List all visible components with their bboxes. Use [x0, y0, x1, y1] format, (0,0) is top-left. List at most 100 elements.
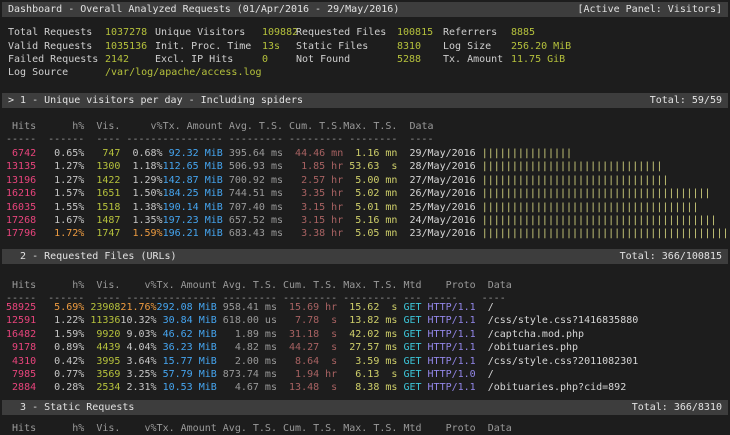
max-ts: 42.02 ms	[337, 329, 397, 340]
protocol: HTTP/1.1	[422, 356, 476, 367]
visitors-percent: 3.64%	[120, 356, 156, 367]
column-header-tx-amount: Tx. Amount	[157, 423, 217, 434]
visitors: 2534	[84, 382, 120, 393]
summary-value: 109882	[262, 26, 298, 39]
method: GET	[397, 356, 421, 367]
hits-percent: 0.65%	[36, 148, 84, 159]
request-url: /css/style.css?1416835880	[476, 315, 639, 326]
hits-percent: 0.77%	[36, 369, 84, 380]
visitors: 3569	[84, 369, 120, 380]
summary-value: 13s	[262, 40, 280, 53]
column-header-hits: Hits	[0, 423, 36, 434]
column-header-cum-ts: Cum. T.S.	[277, 280, 337, 291]
max-ts: 5.16 mn	[343, 215, 397, 226]
summary-value: 11.75 GiB	[511, 53, 565, 66]
table-row[interactable]: 58925 5.69% 2390821.76%292.08 MiB 958.41…	[0, 301, 494, 314]
column-headers: Hits h% Vis. v%Tx. Amount Avg. T.S. Cum.…	[0, 279, 512, 292]
visitors-percent: 9.03%	[120, 329, 156, 340]
column-header-protocol: Proto	[422, 280, 476, 291]
table-row[interactable]: 9178 0.89% 4439 4.04% 36.23 MiB 4.82 ms …	[0, 341, 578, 354]
table-row[interactable]: 13196 1.27% 1422 1.29%142.87 MiB 700.92 …	[0, 174, 668, 187]
hits-percent: 0.28%	[36, 382, 84, 393]
title-bar: Dashboard - Overall Analyzed Requests (0…	[2, 2, 728, 17]
max-ts: 5.02 mn	[343, 188, 397, 199]
hits-percent: 1.55%	[36, 202, 84, 213]
column-header-hits-percent: h%	[36, 280, 84, 291]
visitors-percent: 4.04%	[120, 342, 156, 353]
table-row[interactable]: 16216 1.57% 1651 1.50%184.25 MiB 744.51 …	[0, 187, 711, 200]
avg-ts: 700.92 ms	[223, 175, 283, 186]
summary-label: Requested Files	[296, 26, 386, 39]
panel-1-header-bar[interactable]: > 1 - Unique visitors per day - Includin…	[2, 93, 728, 108]
column-header-visitors-percent: v%	[120, 121, 162, 132]
avg-ts: 395.64 ms	[223, 148, 283, 159]
max-ts: 5.01 mn	[343, 202, 397, 213]
max-ts: 27.57 ms	[337, 342, 397, 353]
summary-value: 8310	[397, 40, 421, 53]
date: 27/May/2016	[397, 175, 475, 186]
hits-percent: 5.69%	[36, 302, 84, 313]
hits-percent: 1.57%	[36, 188, 84, 199]
date: 24/May/2016	[397, 215, 475, 226]
summary-value: 5288	[397, 53, 421, 66]
visitors: 747	[84, 148, 120, 159]
request-url: /css/style.css?2011082301	[476, 356, 639, 367]
dashboard-title: Dashboard - Overall Analyzed Requests (0…	[8, 2, 399, 17]
table-row[interactable]: 17268 1.67% 1487 1.35%197.23 MiB 657.52 …	[0, 214, 717, 227]
tx-amount: 92.32 MiB	[163, 148, 223, 159]
table-row[interactable]: 7985 0.77% 3569 3.25% 57.79 MiB 873.74 m…	[0, 368, 494, 381]
tx-amount: 15.77 MiB	[157, 356, 217, 367]
cum-ts: 1.85 hr	[283, 161, 343, 172]
tx-amount: 112.65 MiB	[163, 161, 223, 172]
column-header-tx-amount: Tx. Amount	[163, 121, 223, 132]
avg-ts: 683.43 ms	[223, 228, 283, 239]
protocol: HTTP/1.1	[422, 342, 476, 353]
column-header-hits: Hits	[0, 280, 36, 291]
summary-label: Log Source	[8, 66, 68, 79]
hits-percent: 0.42%	[36, 356, 84, 367]
hits-percent: 1.67%	[36, 215, 84, 226]
table-row[interactable]: 17796 1.72% 1747 1.59%196.21 MiB 683.43 …	[0, 227, 729, 240]
tx-amount: 30.84 MiB	[157, 315, 217, 326]
table-row[interactable]: 4310 0.42% 3995 3.64% 15.77 MiB 2.00 ms …	[0, 355, 638, 368]
hits-bar: |||||||||||||||||||||||||||||||	[476, 175, 669, 186]
cum-ts: 44.46 mn	[283, 148, 343, 159]
column-header-visitors: Vis.	[84, 280, 120, 291]
table-row[interactable]: 6742 0.65% 747 0.68% 92.32 MiB 395.64 ms…	[0, 147, 572, 160]
visitors-percent: 1.38%	[120, 202, 162, 213]
hits: 16216	[0, 188, 36, 199]
visitors: 1651	[84, 188, 120, 199]
table-row[interactable]: 16035 1.55% 1518 1.38%190.14 MiB 707.40 …	[0, 201, 698, 214]
avg-ts: 958.41 ms	[217, 302, 277, 313]
panel-3-header-bar[interactable]: 3 - Static Requests Total: 366/8310	[2, 400, 728, 415]
tx-amount: 10.53 MiB	[157, 382, 217, 393]
table-row[interactable]: 16482 1.59% 9920 9.03% 46.62 MiB 1.89 ms…	[0, 328, 584, 341]
summary-label: Log Size	[443, 40, 491, 53]
cum-ts: 8.64 s	[277, 356, 337, 367]
hits-percent: 1.59%	[36, 329, 84, 340]
panel-2-title: 2 - Requested Files (URLs)	[8, 249, 177, 264]
hits: 12591	[0, 315, 36, 326]
request-url: /	[476, 302, 494, 313]
cum-ts: 15.69 hr	[277, 302, 337, 313]
tx-amount: 57.79 MiB	[157, 369, 217, 380]
column-header-request-url: Data	[476, 423, 512, 434]
column-header-visitors: Vis.	[84, 423, 120, 434]
request-url: /obituaries.php?cid=892	[476, 382, 627, 393]
underline-dashes: ----- ------ ---- ---------------- -----…	[0, 134, 433, 145]
visitors: 3995	[84, 356, 120, 367]
avg-ts: 4.82 ms	[217, 342, 277, 353]
table-row[interactable]: 13135 1.27% 1300 1.18%112.65 MiB 506.93 …	[0, 160, 662, 173]
table-row[interactable]: 2884 0.28% 2534 2.31% 10.53 MiB 4.67 ms …	[0, 381, 626, 394]
avg-ts: 707.40 ms	[223, 202, 283, 213]
panel-2-header-bar[interactable]: 2 - Requested Files (URLs) Total: 366/10…	[2, 249, 728, 264]
protocol: HTTP/1.0	[422, 369, 476, 380]
summary-label: Total Requests	[8, 26, 92, 39]
table-row[interactable]: 12591 1.22% 1133610.32% 30.84 MiB 618.00…	[0, 314, 638, 327]
summary-label: Static Files	[296, 40, 368, 53]
column-header-avg-ts: Avg. T.S.	[217, 280, 277, 291]
column-headers: Hits h% Vis. v%Tx. Amount Avg. T.S. Cum.…	[0, 422, 512, 435]
avg-ts: 657.52 ms	[223, 215, 283, 226]
tx-amount: 197.23 MiB	[163, 215, 223, 226]
summary-value: 1037278	[105, 26, 147, 39]
